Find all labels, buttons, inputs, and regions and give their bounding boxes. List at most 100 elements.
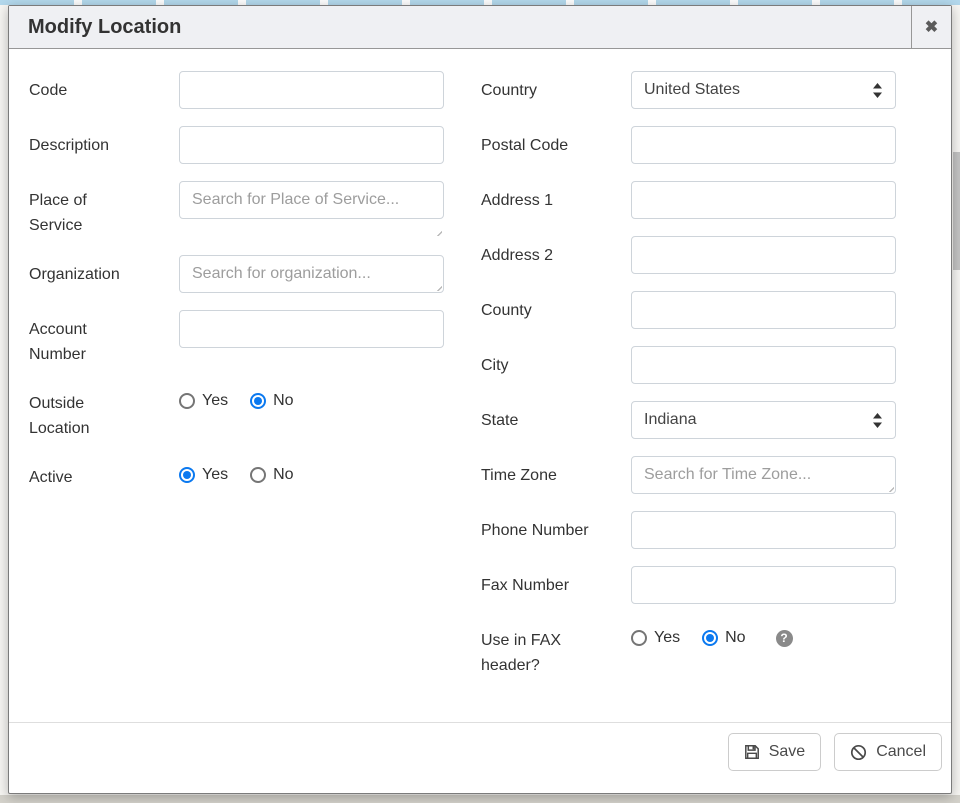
place-of-service-row: Place of Service (29, 181, 444, 238)
phone-number-control (631, 511, 896, 549)
city-row: City (481, 346, 898, 384)
outside-location-radio-circle-no (250, 393, 266, 409)
outside-location-radio-label-yes: Yes (202, 392, 228, 410)
phone-number-label: Phone Number (481, 511, 593, 549)
address-1-label: Address 1 (481, 181, 593, 219)
active-radio-label-no: No (273, 466, 293, 484)
use-in-fax-header-radio-yes[interactable]: Yes (631, 629, 680, 647)
state-label: State (481, 401, 593, 439)
active-label: Active (29, 458, 141, 490)
use-in-fax-header-radio-group: Yes No? (631, 621, 896, 647)
radio-dot (183, 471, 191, 479)
description-input[interactable] (179, 126, 444, 164)
country-control: United States (631, 71, 896, 109)
organization-control (179, 255, 444, 293)
code-input[interactable] (179, 71, 444, 109)
modify-location-modal: Modify Location ✖ Code Description Place o… (8, 5, 952, 794)
outside-location-radio-no[interactable]: No (250, 392, 293, 410)
postal-code-label: Postal Code (481, 126, 593, 164)
use-in-fax-header-row: Use in FAX header? Yes No? (481, 621, 898, 678)
cancel-button[interactable]: Cancel (834, 733, 942, 771)
outside-location-radio-group: Yes No (179, 384, 444, 410)
active-radio-group: Yes No (179, 458, 444, 484)
organization-search-input[interactable] (179, 255, 444, 293)
active-radio-circle-yes (179, 467, 195, 483)
time-zone-control (631, 456, 896, 494)
phone-number-input[interactable] (631, 511, 896, 549)
use-in-fax-header-radio-label-no: No (725, 629, 745, 647)
code-label: Code (29, 71, 141, 109)
active-radio-yes[interactable]: Yes (179, 466, 228, 484)
radio-dot (183, 397, 191, 405)
active-radio-circle-no (250, 467, 266, 483)
address-2-input[interactable] (631, 236, 896, 274)
address-2-row: Address 2 (481, 236, 898, 274)
address-2-control (631, 236, 896, 274)
outside-location-radio-yes[interactable]: Yes (179, 392, 228, 410)
radio-dot (635, 634, 643, 642)
fax-number-input[interactable] (631, 566, 896, 604)
description-label: Description (29, 126, 141, 164)
account-number-input[interactable] (179, 310, 444, 348)
place-of-service-search-input[interactable] (179, 181, 444, 219)
country-select-value: United States (644, 81, 740, 99)
outside-location-row: Outside LocationYesNo (29, 384, 444, 441)
postal-code-row: Postal Code (481, 126, 898, 164)
address-2-label: Address 2 (481, 236, 593, 274)
county-control (631, 291, 896, 329)
county-label: County (481, 291, 593, 329)
phone-number-row: Phone Number (481, 511, 898, 549)
floppy-disk-icon (744, 744, 760, 760)
slashed-circle-icon (850, 744, 867, 761)
save-button-label: Save (769, 743, 805, 761)
county-row: County (481, 291, 898, 329)
use-in-fax-header-label: Use in FAX header? (481, 621, 593, 678)
city-input[interactable] (631, 346, 896, 384)
address-1-row: Address 1 (481, 181, 898, 219)
form-column-left: Code Description Place of Service Organizat… (29, 71, 444, 695)
page-backdrop: Modify Location ✖ Code Description Place o… (0, 0, 960, 803)
country-select[interactable]: United States (631, 71, 896, 109)
place-of-service-label: Place of Service (29, 181, 141, 238)
state-row: State Indiana (481, 401, 898, 439)
state-select[interactable]: Indiana (631, 401, 896, 439)
city-label: City (481, 346, 593, 384)
close-icon[interactable]: ✖ (911, 6, 951, 48)
state-control: Indiana (631, 401, 896, 439)
resize-grip-icon[interactable] (433, 227, 442, 236)
modal-header: Modify Location ✖ (9, 6, 951, 49)
fax-number-control (631, 566, 896, 604)
outside-location-radio-label-no: No (273, 392, 293, 410)
cancel-button-label: Cancel (876, 743, 926, 761)
account-number-label: Account Number (29, 310, 141, 367)
form-column-right: Country United States Postal Code Address 1… (481, 71, 898, 695)
active-control: Yes No (179, 458, 444, 490)
time-zone-row: Time Zone (481, 456, 898, 494)
select-chevron-icon (872, 412, 883, 429)
active-row: Active Yes No (29, 458, 444, 490)
postal-code-control (631, 126, 896, 164)
organization-label: Organization (29, 255, 141, 293)
time-zone-label: Time Zone (481, 456, 593, 494)
address-1-input[interactable] (631, 181, 896, 219)
time-zone-search-input[interactable] (631, 456, 896, 494)
active-radio-no[interactable]: No (250, 466, 293, 484)
use-in-fax-header-control: Yes No? (631, 621, 896, 678)
postal-code-input[interactable] (631, 126, 896, 164)
save-button[interactable]: Save (728, 733, 821, 771)
help-icon[interactable]: ? (776, 630, 793, 647)
outside-location-radio-circle-yes (179, 393, 195, 409)
account-number-row: Account Number (29, 310, 444, 367)
background-scrollbar (953, 152, 960, 270)
country-label: Country (481, 71, 593, 109)
use-in-fax-header-radio-no[interactable]: No (702, 629, 745, 647)
code-row: Code (29, 71, 444, 109)
country-row: Country United States (481, 71, 898, 109)
use-in-fax-header-radio-circle-no (702, 630, 718, 646)
state-select-value: Indiana (644, 411, 697, 429)
account-number-control (179, 310, 444, 367)
county-input[interactable] (631, 291, 896, 329)
description-row: Description (29, 126, 444, 164)
place-of-service-control (179, 181, 444, 238)
modal-footer: Save Cancel (9, 722, 951, 793)
